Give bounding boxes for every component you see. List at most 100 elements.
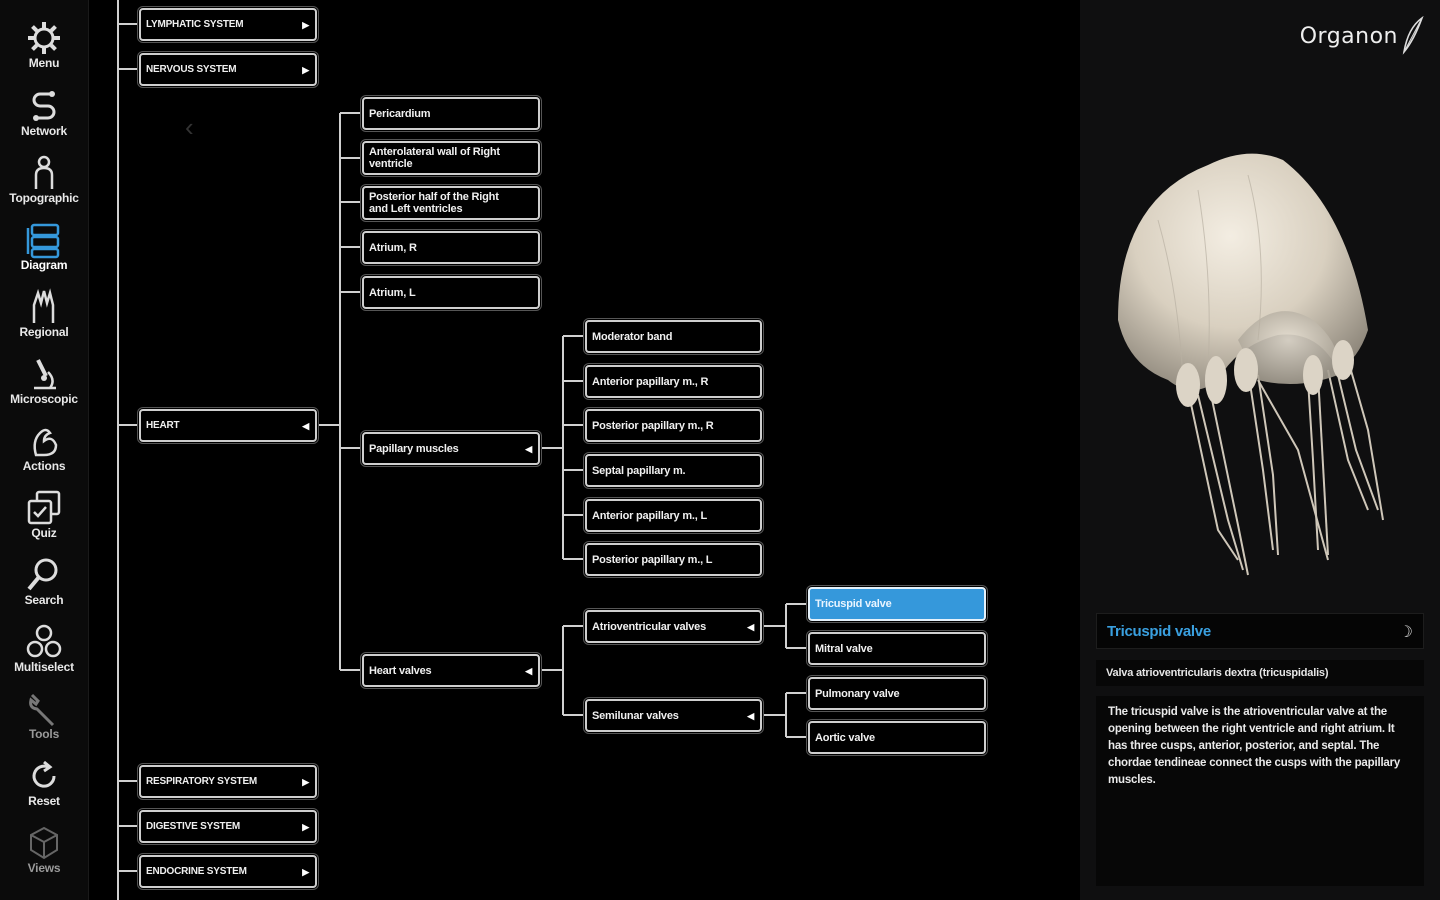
expand-arrow-icon: ▶ [302,866,309,877]
tree-node-posterior-half[interactable]: Posterior half of the Right and Left ven… [362,186,540,220]
expand-arrow-icon: ▶ [302,776,309,787]
node-label: Moderator band [592,330,673,343]
tree-node-tricuspid-valve[interactable]: Tricuspid valve [808,587,986,621]
sidebar-item-microscopic[interactable]: Microscopic [0,354,88,418]
sidebar-item-views[interactable]: Views [0,823,88,887]
node-label: Septal papillary m. [592,464,686,477]
sidebar-item-label: Diagram [20,258,68,272]
logo-text: Organon [1299,23,1398,49]
tree-node-nervous-system[interactable]: NERVOUS SYSTEM ▶ [139,53,317,86]
expand-arrow-icon: ▶ [302,821,309,832]
node-label: Papillary muscles [369,442,459,455]
tree-node-mitral-valve[interactable]: Mitral valve [808,632,986,665]
node-label: NERVOUS SYSTEM [146,63,237,75]
sidebar-item-multiselect[interactable]: Multiselect [0,622,88,686]
sidebar-item-reset[interactable]: Reset [0,756,88,820]
node-label: Pulmonary valve [815,687,900,700]
sidebar-nav: Menu Network Topographic Diagram Regiona… [0,0,89,900]
tree-node-pulmonary-valve[interactable]: Pulmonary valve [808,677,986,710]
tree-node-aortic-valve[interactable]: Aortic valve [808,721,986,754]
tree-node-moderator-band[interactable]: Moderator band [585,320,762,353]
sidebar-item-label: Views [27,861,61,875]
node-label: ENDOCRINE SYSTEM [146,865,247,877]
sidebar-item-search[interactable]: Search [0,555,88,619]
sidebar-item-tools[interactable]: Tools [0,689,88,753]
tree-node-digestive-system[interactable]: DIGESTIVE SYSTEM ▶ [139,810,317,843]
collapse-arrow-icon: ◀ [525,443,532,454]
sidebar-item-label: Menu [28,56,60,70]
3d-model-viewport[interactable] [1098,130,1418,590]
tree-node-heart[interactable]: HEART ◀ [139,409,317,442]
multiselect-icon [26,624,62,658]
node-label: Atrium, R [369,241,417,254]
sidebar-item-label: Regional [19,325,69,339]
tree-node-heart-valves[interactable]: Heart valves ◀ [362,654,540,687]
detail-panel: Organon Tricuspid valve ☽ Valva atrioven… [1080,0,1440,900]
node-label: LYMPHATIC SYSTEM [146,18,244,30]
node-label: Posterior papillary m., R [592,419,714,432]
node-label: Anterior papillary m., R [592,375,709,388]
collapse-arrow-icon: ◀ [302,420,309,431]
tree-node-papillary-muscles[interactable]: Papillary muscles ◀ [362,432,540,465]
node-label: Posterior half of the Right and Left ven… [369,191,499,215]
info-toggle-icon[interactable]: ☽ [1399,622,1413,642]
microscope-icon [34,359,56,390]
sidebar-item-label: Topographic [9,191,79,205]
diagram-canvas[interactable]: ‹ LYMPHATIC SYSTEM ▶ NERVOUS SYSTEM ▶ HE… [89,0,1079,900]
sidebar-item-label: Quiz [31,526,57,540]
sidebar-item-diagram[interactable]: Diagram [0,220,88,284]
search-icon [27,558,58,591]
sidebar-item-label: Actions [22,459,66,473]
sidebar-item-menu[interactable]: Menu [0,18,88,82]
tree-node-anterolateral-wall[interactable]: Anterolateral wall of Right ventricle [362,141,540,175]
tree-node-semilunar-valves[interactable]: Semilunar valves ◀ [585,699,762,732]
organon-logo: Organon [1300,14,1426,58]
tree-node-atrium-l[interactable]: Atrium, L [362,276,540,309]
cube-icon [30,826,58,860]
sidebar-item-label: Multiselect [14,660,74,674]
node-label: Mitral valve [815,642,873,655]
tree-node-atrioventricular-valves[interactable]: Atrioventricular valves ◀ [585,610,762,643]
tree-node-anterior-papillary-r[interactable]: Anterior papillary m., R [585,365,762,398]
collapse-arrow-icon: ◀ [747,621,754,632]
node-label: Aortic valve [815,731,875,744]
tree-node-posterior-papillary-r[interactable]: Posterior papillary m., R [585,409,762,442]
sidebar-item-actions[interactable]: Actions [0,421,88,485]
sidebar-item-label: Search [24,593,64,607]
regional-icon [32,288,55,323]
node-label: Atrioventricular valves [592,620,707,633]
node-label: Pericardium [369,107,431,120]
sidebar-item-label: Reset [28,794,60,808]
tree-node-lymphatic-system[interactable]: LYMPHATIC SYSTEM ▶ [139,8,317,41]
tree-node-respiratory-system[interactable]: RESPIRATORY SYSTEM ▶ [139,765,317,798]
tree-node-pericardium[interactable]: Pericardium [362,97,540,130]
latin-name: Valva atrioventricularis dextra (tricusp… [1096,660,1424,686]
collapse-arrow-icon: ◀ [525,665,532,676]
diagram-icon [26,223,60,259]
node-label: Anterior papillary m., L [592,509,708,522]
sidebar-item-topographic[interactable]: Topographic [0,153,88,217]
gear-icon [28,22,60,54]
sidebar-item-label: Tools [28,727,60,741]
wrench-icon [29,693,55,727]
tree-node-atrium-r[interactable]: Atrium, R [362,231,540,264]
tree-node-septal-papillary[interactable]: Septal papillary m. [585,454,762,487]
sidebar-item-network[interactable]: Network [0,86,88,150]
expand-arrow-icon: ▶ [302,64,309,75]
node-label: DIGESTIVE SYSTEM [146,820,241,832]
node-label: Heart valves [369,664,432,677]
structure-title-bar: Tricuspid valve ☽ [1096,613,1424,649]
tree-node-anterior-papillary-l[interactable]: Anterior papillary m., L [585,499,762,532]
node-label: Tricuspid valve [815,598,892,610]
quiz-icon [27,490,61,525]
chevron-left-icon[interactable]: ‹ [185,112,205,142]
topographic-icon [34,155,54,189]
node-label: Atrium, L [369,286,416,299]
node-label: HEART [146,419,180,431]
sidebar-item-label: Network [21,124,67,138]
sidebar-item-regional[interactable]: Regional [0,287,88,351]
tree-node-endocrine-system[interactable]: ENDOCRINE SYSTEM ▶ [139,855,317,888]
expand-arrow-icon: ▶ [302,19,309,30]
tree-node-posterior-papillary-l[interactable]: Posterior papillary m., L [585,543,762,576]
sidebar-item-quiz[interactable]: Quiz [0,488,88,552]
